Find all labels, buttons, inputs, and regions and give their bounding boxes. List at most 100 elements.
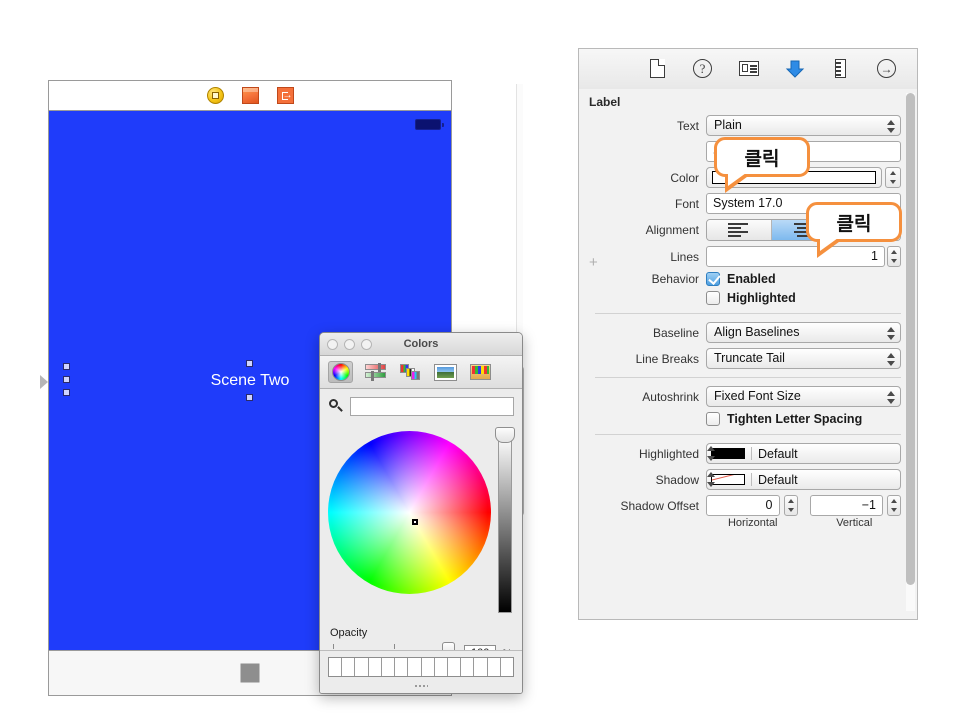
divider-1 <box>595 313 901 314</box>
swatch-cell[interactable] <box>329 658 342 676</box>
swatch-cell[interactable] <box>488 658 501 676</box>
swatch-cell[interactable] <box>342 658 355 676</box>
selection-handle-bottom[interactable] <box>246 394 253 401</box>
tighten-letter-spacing-checkbox[interactable] <box>706 412 720 426</box>
selection-handle-left-2[interactable] <box>63 376 70 383</box>
selection-handle-left-3[interactable] <box>63 389 70 396</box>
callout-text: 클릭 <box>745 144 780 171</box>
color-palettes-tab[interactable] <box>398 361 423 383</box>
shadow-offset-vertical-field[interactable]: −1 <box>810 495 884 516</box>
close-icon[interactable] <box>327 339 338 350</box>
color-label: Color <box>579 171 706 185</box>
swatch-cell[interactable] <box>369 658 382 676</box>
brightness-slider-track[interactable] <box>498 435 512 613</box>
highlighted-color-swatch <box>711 448 745 459</box>
baseline-popup[interactable]: Align Baselines <box>706 322 901 343</box>
identity-inspector-tab[interactable] <box>738 58 760 80</box>
shadow-offset-row: Shadow Offset 0 −1 <box>579 495 917 516</box>
inspector-scrollbar-thumb[interactable] <box>906 93 915 585</box>
swatch-cell[interactable] <box>448 658 461 676</box>
shadow-color-value: Default <box>758 473 798 487</box>
brightness-slider-knob[interactable] <box>495 427 515 443</box>
align-left-icon <box>728 223 750 237</box>
callout-text: 클릭 <box>837 209 872 236</box>
connections-inspector-tab[interactable]: → <box>876 58 898 80</box>
swatch-cell[interactable] <box>355 658 368 676</box>
line-breaks-label: Line Breaks <box>579 352 706 366</box>
enabled-label: Enabled <box>727 272 776 286</box>
autoshrink-label: Autoshrink <box>579 390 706 404</box>
highlighted-color-popup[interactable]: Default <box>706 443 901 464</box>
swatch-cell[interactable] <box>408 658 421 676</box>
attributes-inspector-panel[interactable]: ? → Label + Text <box>578 48 918 620</box>
image-palette-icon <box>435 365 456 380</box>
colors-search-input[interactable] <box>350 397 514 416</box>
selection-handle-left-1[interactable] <box>63 363 70 370</box>
behavior-row: Behavior Enabled <box>579 272 917 286</box>
shadow-color-swatch <box>711 474 745 485</box>
attributes-inspector-tab[interactable] <box>784 58 806 80</box>
file-inspector-tab[interactable] <box>646 58 668 80</box>
horizontal-caption: Horizontal <box>706 517 800 529</box>
lines-field[interactable]: 1 <box>706 246 885 267</box>
swatch-cell[interactable] <box>382 658 395 676</box>
swatch-cell[interactable] <box>474 658 487 676</box>
home-indicator-square <box>241 664 260 683</box>
enabled-checkbox[interactable] <box>706 272 720 286</box>
resize-grip-icon[interactable] <box>414 684 428 688</box>
shadow-offset-captions-row: Horizontal Vertical <box>579 517 917 529</box>
swatch-cell[interactable] <box>395 658 408 676</box>
first-responder-icon[interactable] <box>242 87 259 104</box>
inspector-tab-bar[interactable]: ? → <box>579 49 917 90</box>
callout-click-alignment: 클릭 <box>806 202 902 242</box>
shadow-offset-horizontal-stepper[interactable] <box>784 495 798 516</box>
shadow-color-popup[interactable]: Default <box>706 469 901 490</box>
colors-panel-titlebar[interactable]: Colors <box>320 333 522 356</box>
colors-panel-toolbar[interactable] <box>320 356 522 389</box>
swatch-cell[interactable] <box>435 658 448 676</box>
scene-left-handles[interactable] <box>63 363 70 396</box>
quick-help-inspector-tab[interactable]: ? <box>692 58 714 80</box>
colors-panel[interactable]: Colors <box>319 332 523 694</box>
highlighted-checkbox[interactable] <box>706 291 720 305</box>
identity-card-icon <box>739 61 759 76</box>
scene-label-text[interactable]: Scene Two <box>211 372 290 390</box>
callout-tail-inner <box>728 173 746 186</box>
image-palettes-tab[interactable] <box>433 361 458 383</box>
size-inspector-tab[interactable] <box>830 58 852 80</box>
shadow-offset-vertical-stepper[interactable] <box>887 495 901 516</box>
text-style-popup[interactable]: Plain <box>706 115 901 136</box>
colors-search-row[interactable] <box>320 389 522 423</box>
inspector-scrollbar[interactable] <box>906 93 915 611</box>
view-controller-icon[interactable] <box>207 87 224 104</box>
exit-icon[interactable] <box>277 87 294 104</box>
crayons-tab[interactable] <box>468 361 493 383</box>
color-swatch-strip[interactable] <box>328 657 514 677</box>
lines-stepper[interactable] <box>887 246 901 267</box>
color-wheel-area[interactable] <box>320 423 522 623</box>
minimize-icon[interactable] <box>344 339 355 350</box>
swatch-cell[interactable] <box>422 658 435 676</box>
color-sliders-tab[interactable] <box>363 361 388 383</box>
swatch-strip-area[interactable] <box>320 650 522 693</box>
highlighted-behavior-label: Highlighted <box>727 291 796 305</box>
maximize-icon[interactable] <box>361 339 372 350</box>
battery-icon <box>415 119 441 130</box>
add-attribute-icon[interactable]: + <box>589 255 598 270</box>
line-breaks-popup[interactable]: Truncate Tail <box>706 348 901 369</box>
alignment-left-button[interactable] <box>707 220 772 240</box>
autoshrink-row: Autoshrink Fixed Font Size <box>579 386 917 407</box>
behavior-label: Behavior <box>579 272 706 286</box>
autoshrink-popup[interactable]: Fixed Font Size <box>706 386 901 407</box>
color-wheel-tab[interactable] <box>328 361 353 383</box>
color-popup-chevron-icon[interactable] <box>885 167 901 188</box>
section-title-label: Label <box>579 89 917 115</box>
swatch-cell[interactable] <box>501 658 513 676</box>
color-wheel-marker[interactable] <box>412 519 418 525</box>
color-wheel-picker[interactable] <box>328 431 491 594</box>
selection-handle-top[interactable] <box>246 360 253 367</box>
color-wheel-icon <box>332 363 350 381</box>
swatch-cell[interactable] <box>461 658 474 676</box>
shadow-offset-horizontal-field[interactable]: 0 <box>706 495 780 516</box>
question-circle-icon: ? <box>693 59 712 78</box>
